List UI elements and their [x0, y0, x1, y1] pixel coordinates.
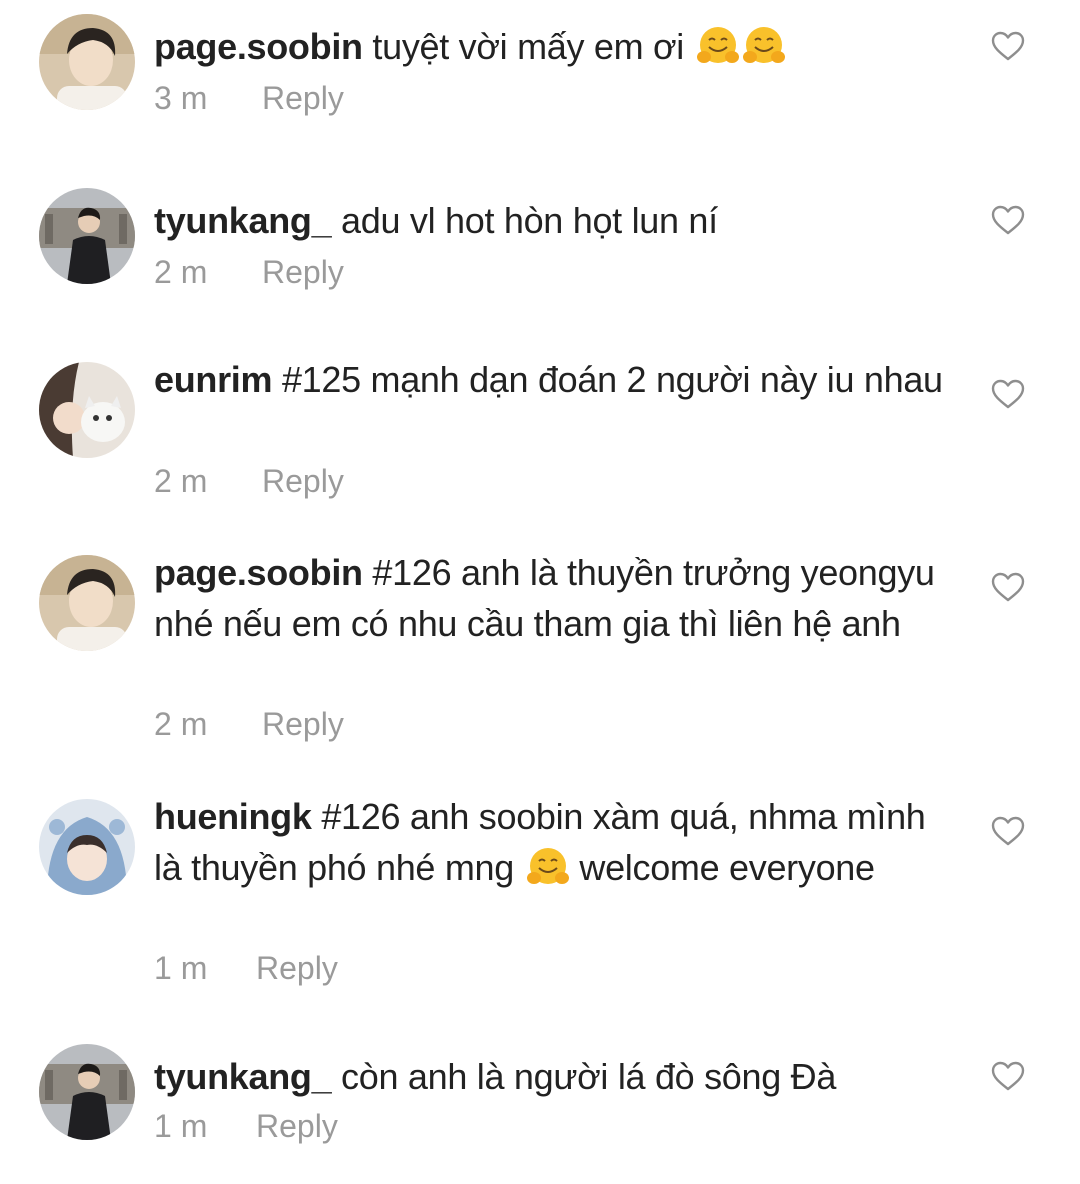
- hugging-face-emoji: [696, 27, 739, 63]
- avatar[interactable]: [39, 362, 135, 458]
- comment-username[interactable]: tyunkang_: [154, 200, 332, 241]
- comment-meta: 2 m Reply: [154, 463, 344, 500]
- hugging-face-emoji: [526, 848, 569, 884]
- comment-text: hueningk #126 anh soobin xàm quá, nhma m…: [154, 791, 944, 893]
- reply-button[interactable]: Reply: [256, 1108, 338, 1145]
- heart-outline-icon[interactable]: [991, 572, 1025, 602]
- comment-body-continued: welcome everyone: [579, 847, 875, 888]
- avatar[interactable]: [39, 799, 135, 895]
- comment-meta: 3 m Reply: [154, 80, 344, 117]
- reply-button[interactable]: Reply: [262, 254, 344, 291]
- comment-username[interactable]: tyunkang_: [154, 1056, 332, 1097]
- comment-meta: 2 m Reply: [154, 706, 344, 743]
- reply-button[interactable]: Reply: [262, 463, 344, 500]
- heart-outline-icon[interactable]: [991, 379, 1025, 409]
- comment-username[interactable]: hueningk: [154, 796, 312, 837]
- heart-outline-icon[interactable]: [991, 1061, 1025, 1091]
- comment-username[interactable]: eunrim: [154, 359, 273, 400]
- comment-text: page.soobin #126 anh là thuyền trưởng ye…: [154, 547, 944, 649]
- comment-body: adu vl hot hòn họt lun ní: [341, 200, 718, 241]
- comment-text: page.soobin tuyệt vời mấy em ơi: [154, 21, 944, 72]
- comment-body: #125 mạnh dạn đoán 2 người này iu nhau: [281, 359, 943, 400]
- avatar[interactable]: [39, 1044, 135, 1140]
- comment-body: tuyệt vời mấy em ơi: [372, 26, 685, 67]
- heart-outline-icon[interactable]: [991, 205, 1025, 235]
- comment-timestamp: 3 m: [154, 80, 208, 116]
- heart-outline-icon[interactable]: [991, 31, 1025, 61]
- avatar[interactable]: [39, 188, 135, 284]
- comment-text: tyunkang_ adu vl hot hòn họt lun ní: [154, 195, 944, 246]
- comment-timestamp: 2 m: [154, 254, 208, 290]
- reply-button[interactable]: Reply: [256, 950, 338, 987]
- reply-button[interactable]: Reply: [262, 706, 344, 743]
- comment-timestamp: 2 m: [154, 706, 208, 742]
- comment-timestamp: 1 m: [154, 950, 208, 986]
- avatar[interactable]: [39, 555, 135, 651]
- comment-meta: 2 m Reply: [154, 254, 344, 291]
- comment-text: tyunkang_ còn anh là người lá đò sông Đà: [154, 1051, 944, 1102]
- comment-timestamp: 2 m: [154, 463, 208, 499]
- comment-username[interactable]: page.soobin: [154, 26, 363, 67]
- hugging-face-emoji: [742, 27, 785, 63]
- comment-meta: 1 m Reply: [154, 1108, 338, 1145]
- comment-text: eunrim #125 mạnh dạn đoán 2 người này iu…: [154, 354, 944, 405]
- comment-timestamp: 1 m: [154, 1108, 208, 1144]
- comment-meta: 1 m Reply: [154, 950, 338, 987]
- reply-button[interactable]: Reply: [262, 80, 344, 117]
- avatar[interactable]: [39, 14, 135, 110]
- comment-username[interactable]: page.soobin: [154, 552, 363, 593]
- comment-body: còn anh là người lá đò sông Đà: [341, 1056, 837, 1097]
- heart-outline-icon[interactable]: [991, 816, 1025, 846]
